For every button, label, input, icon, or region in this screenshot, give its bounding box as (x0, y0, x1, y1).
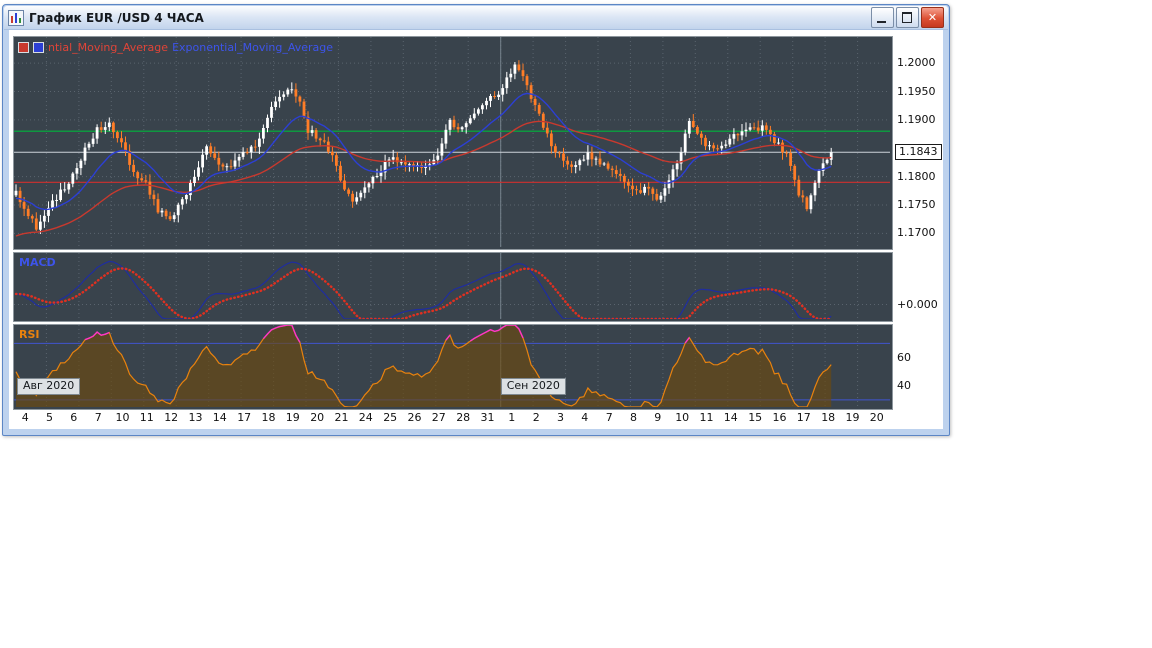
day-label: 24 (358, 411, 373, 424)
price-tick-label: 1.2000 (897, 56, 936, 70)
day-label: 6 (70, 411, 78, 424)
price-tick-label: 1.1800 (897, 169, 936, 183)
day-label: 25 (383, 411, 398, 424)
window-title: График EUR /USD 4 ЧАСА (29, 10, 204, 25)
macd-chart-svg (14, 253, 890, 319)
rsi-tick-label: 60 (897, 350, 911, 364)
day-label: 16 (772, 411, 787, 424)
day-label: 12 (164, 411, 179, 424)
ema-blue-label: Exponential_Moving_Average (172, 41, 334, 54)
legend-red-swatch[interactable] (18, 42, 29, 53)
day-label: 3 (557, 411, 564, 424)
day-label: 2 (532, 411, 540, 424)
macd-line (15, 260, 832, 319)
day-label: 1 (508, 411, 516, 424)
price-chart-svg (14, 37, 890, 247)
day-label: 7 (605, 411, 613, 424)
day-label: 7 (94, 411, 102, 424)
day-label: 11 (699, 411, 714, 424)
candles (14, 60, 833, 234)
ema-red-label: ntial_Moving_Average (48, 41, 169, 54)
day-label: 10 (675, 411, 690, 424)
day-label: 13 (188, 411, 203, 424)
macd-panel[interactable]: MACD (13, 252, 893, 322)
window-controls (871, 7, 944, 28)
day-label: 19 (845, 411, 860, 424)
day-label: 31 (480, 411, 495, 424)
minimize-button[interactable] (871, 7, 894, 28)
legend-blue-swatch[interactable] (33, 42, 44, 53)
price-axis[interactable]: 1.2000 1.1950 1.1900 1.1800 1.1750 1.1700 1.18… (893, 30, 943, 429)
day-label: 20 (869, 411, 884, 424)
current-price-label: 1.1843 (895, 144, 942, 161)
day-label: 10 (115, 411, 130, 424)
day-label: 4 (21, 411, 29, 424)
day-label: 19 (285, 411, 300, 424)
indicator-legend: ntial_Moving_Average Exponential_Moving_… (18, 42, 333, 53)
day-label: 28 (456, 411, 471, 424)
rsi-label: RSI (19, 328, 40, 341)
day-label: 8 (630, 411, 637, 424)
ema-slow-line (15, 120, 832, 237)
day-label: 17 (796, 411, 811, 424)
price-tick-label: 1.1750 (897, 198, 936, 211)
day-label: 11 (139, 411, 154, 424)
chart-client-area: ntial_Moving_Average Exponential_Moving_… (9, 30, 943, 429)
macd-signal-line (14, 267, 833, 319)
month-label-aug: Авг 2020 (17, 378, 81, 395)
day-label: 27 (431, 411, 446, 424)
day-label: 15 (748, 411, 763, 424)
day-label: 18 (261, 411, 276, 424)
candlestick-chart-icon (8, 9, 24, 26)
day-label: 17 (237, 411, 252, 424)
day-label: 20 (310, 411, 325, 424)
macd-zero-label: +0.000 (897, 297, 938, 311)
day-label: 4 (581, 411, 589, 424)
day-label: 21 (334, 411, 349, 424)
rsi-tick-label: 40 (897, 378, 911, 392)
chart-window: График EUR /USD 4 ЧАСА ntial_Moving_Aver… (2, 4, 950, 436)
titlebar[interactable]: График EUR /USD 4 ЧАСА (4, 6, 948, 30)
price-panel[interactable]: ntial_Moving_Average Exponential_Moving_… (13, 36, 893, 250)
ema-fast-line (15, 92, 832, 211)
time-axis[interactable]: 4 5 6 7 10 11 12 13 14 17 18 19 20 21 24 25 26 27 28 31 1 2 3 4… (9, 410, 943, 427)
price-tick-label: 1.1950 (897, 84, 936, 98)
day-label: 18 (821, 411, 836, 424)
maximize-button[interactable] (896, 7, 919, 28)
price-tick-label: 1.1900 (897, 112, 936, 126)
day-label: 5 (46, 411, 53, 424)
rsi-fill (16, 325, 832, 407)
day-label: 26 (407, 411, 422, 424)
close-button[interactable] (921, 7, 944, 28)
month-label-sep: Сен 2020 (500, 378, 566, 395)
rsi-chart-svg (14, 325, 890, 407)
macd-label: MACD (19, 256, 56, 269)
day-label: 9 (654, 411, 662, 424)
day-label: 14 (723, 411, 738, 424)
rsi-panel[interactable]: RSI (13, 324, 893, 410)
day-label: 14 (212, 411, 227, 424)
price-tick-label: 1.1700 (897, 226, 936, 240)
